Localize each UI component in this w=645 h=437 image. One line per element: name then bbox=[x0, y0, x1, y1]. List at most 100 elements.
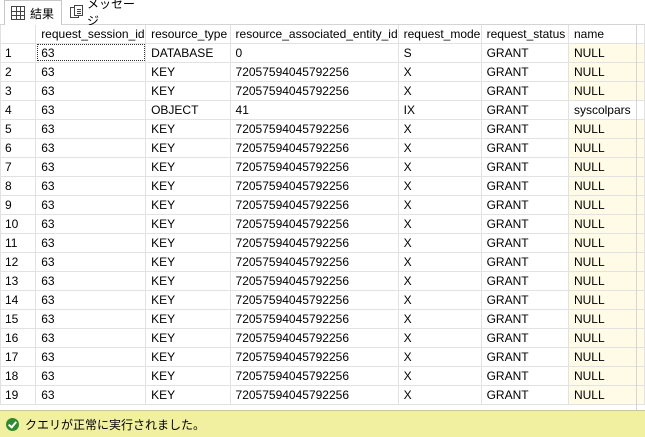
column-header[interactable]: request_mode bbox=[397, 25, 482, 44]
cell-mode[interactable]: X bbox=[397, 270, 482, 291]
cell-entity[interactable]: 72057594045792256 bbox=[229, 251, 399, 272]
cell-status[interactable]: GRANT bbox=[480, 289, 569, 310]
cell-session[interactable]: 63 bbox=[35, 213, 147, 234]
cell-session[interactable]: 63 bbox=[35, 137, 147, 158]
table-row[interactable]: 10 63 KEY 72057594045792256 X GRANT NULL bbox=[0, 213, 645, 234]
cell-entity[interactable]: 72057594045792256 bbox=[229, 308, 399, 329]
table-row[interactable]: 3 63 KEY 72057594045792256 X GRANT NULL bbox=[0, 80, 645, 101]
table-row[interactable]: 7 63 KEY 72057594045792256 X GRANT NULL bbox=[0, 156, 645, 177]
row-number[interactable]: 4 bbox=[0, 99, 37, 120]
cell-name[interactable]: NULL bbox=[567, 80, 645, 101]
cell-type[interactable]: KEY bbox=[145, 80, 231, 101]
cell-type[interactable]: KEY bbox=[145, 270, 231, 291]
column-header[interactable]: resource_associated_entity_id bbox=[229, 25, 399, 44]
cell-mode[interactable]: X bbox=[397, 365, 482, 386]
row-number[interactable]: 2 bbox=[0, 61, 37, 82]
cell-name[interactable]: NULL bbox=[567, 384, 645, 405]
corner-cell[interactable] bbox=[0, 25, 37, 44]
cell-status[interactable]: GRANT bbox=[480, 270, 569, 291]
cell-session[interactable]: 63 bbox=[35, 384, 147, 405]
cell-status[interactable]: GRANT bbox=[480, 156, 569, 177]
cell-session[interactable]: 63 bbox=[35, 80, 147, 101]
table-row[interactable]: 18 63 KEY 72057594045792256 X GRANT NULL bbox=[0, 365, 645, 386]
cell-entity[interactable]: 72057594045792256 bbox=[229, 289, 399, 310]
cell-status[interactable]: GRANT bbox=[480, 365, 569, 386]
cell-entity[interactable]: 72057594045792256 bbox=[229, 384, 399, 405]
row-number[interactable]: 18 bbox=[0, 365, 37, 386]
cell-type[interactable]: KEY bbox=[145, 365, 231, 386]
cell-type[interactable]: KEY bbox=[145, 289, 231, 310]
cell-name[interactable]: NULL bbox=[567, 232, 645, 253]
cell-mode[interactable]: X bbox=[397, 327, 482, 348]
cell-status[interactable]: GRANT bbox=[480, 175, 569, 196]
table-row[interactable]: 11 63 KEY 72057594045792256 X GRANT NULL bbox=[0, 232, 645, 253]
tab-messages[interactable]: メッセージ bbox=[64, 0, 144, 28]
cell-mode[interactable]: X bbox=[397, 289, 482, 310]
cell-mode[interactable]: X bbox=[397, 137, 482, 158]
table-row[interactable]: 17 63 KEY 72057594045792256 X GRANT NULL bbox=[0, 346, 645, 367]
cell-type[interactable]: KEY bbox=[145, 194, 231, 215]
row-number[interactable]: 19 bbox=[0, 384, 37, 405]
row-number[interactable]: 15 bbox=[0, 308, 37, 329]
cell-mode[interactable]: S bbox=[397, 42, 482, 63]
cell-name[interactable]: NULL bbox=[567, 61, 645, 82]
table-row[interactable]: 16 63 KEY 72057594045792256 X GRANT NULL bbox=[0, 327, 645, 348]
cell-entity[interactable]: 72057594045792256 bbox=[229, 213, 399, 234]
table-row[interactable]: 19 63 KEY 72057594045792256 X GRANT NULL bbox=[0, 384, 645, 405]
row-number[interactable]: 14 bbox=[0, 289, 37, 310]
cell-entity[interactable]: 72057594045792256 bbox=[229, 80, 399, 101]
cell-name[interactable]: NULL bbox=[567, 156, 645, 177]
table-row[interactable]: 4 63 OBJECT 41 IX GRANT syscolpars bbox=[0, 99, 645, 120]
table-row[interactable]: 2 63 KEY 72057594045792256 X GRANT NULL bbox=[0, 61, 645, 82]
tab-results[interactable]: 結果 bbox=[4, 0, 62, 25]
row-number[interactable]: 3 bbox=[0, 80, 37, 101]
cell-session[interactable]: 63 bbox=[35, 365, 147, 386]
cell-session[interactable]: 63 bbox=[35, 308, 147, 329]
cell-name[interactable]: NULL bbox=[567, 270, 645, 291]
row-number[interactable]: 13 bbox=[0, 270, 37, 291]
row-number[interactable]: 11 bbox=[0, 232, 37, 253]
cell-status[interactable]: GRANT bbox=[480, 308, 569, 329]
cell-name[interactable]: syscolpars bbox=[567, 99, 645, 120]
table-row[interactable]: 6 63 KEY 72057594045792256 X GRANT NULL bbox=[0, 137, 645, 158]
cell-name[interactable]: NULL bbox=[567, 289, 645, 310]
row-number[interactable]: 16 bbox=[0, 327, 37, 348]
table-row[interactable]: 9 63 KEY 72057594045792256 X GRANT NULL bbox=[0, 194, 645, 215]
cell-mode[interactable]: X bbox=[397, 156, 482, 177]
cell-session[interactable]: 63 bbox=[35, 118, 147, 139]
cell-status[interactable]: GRANT bbox=[480, 384, 569, 405]
cell-name[interactable]: NULL bbox=[567, 251, 645, 272]
cell-name[interactable]: NULL bbox=[567, 327, 645, 348]
column-header[interactable]: name bbox=[567, 25, 645, 44]
cell-name[interactable]: NULL bbox=[567, 346, 645, 367]
cell-mode[interactable]: X bbox=[397, 251, 482, 272]
cell-status[interactable]: GRANT bbox=[480, 137, 569, 158]
cell-session[interactable]: 63 bbox=[35, 289, 147, 310]
row-number[interactable]: 5 bbox=[0, 118, 37, 139]
cell-type[interactable]: KEY bbox=[145, 384, 231, 405]
cell-entity[interactable]: 72057594045792256 bbox=[229, 61, 399, 82]
cell-entity[interactable]: 41 bbox=[229, 99, 399, 120]
table-row[interactable]: 8 63 KEY 72057594045792256 X GRANT NULL bbox=[0, 175, 645, 196]
results-grid[interactable]: request_session_id resource_type resource_… bbox=[0, 25, 645, 410]
cell-type[interactable]: KEY bbox=[145, 346, 231, 367]
cell-session[interactable]: 63 bbox=[35, 156, 147, 177]
cell-type[interactable]: KEY bbox=[145, 327, 231, 348]
cell-session[interactable]: 63 bbox=[35, 232, 147, 253]
row-number[interactable]: 10 bbox=[0, 213, 37, 234]
cell-type[interactable]: KEY bbox=[145, 232, 231, 253]
cell-status[interactable]: GRANT bbox=[480, 251, 569, 272]
cell-status[interactable]: GRANT bbox=[480, 194, 569, 215]
cell-mode[interactable]: X bbox=[397, 175, 482, 196]
cell-session[interactable]: 63 bbox=[35, 346, 147, 367]
cell-entity[interactable]: 72057594045792256 bbox=[229, 270, 399, 291]
table-row[interactable]: 12 63 KEY 72057594045792256 X GRANT NULL bbox=[0, 251, 645, 272]
cell-type[interactable]: KEY bbox=[145, 251, 231, 272]
cell-entity[interactable]: 72057594045792256 bbox=[229, 156, 399, 177]
row-number[interactable]: 1 bbox=[0, 42, 37, 63]
cell-type[interactable]: KEY bbox=[145, 308, 231, 329]
cell-session[interactable]: 63 bbox=[35, 61, 147, 82]
row-number[interactable]: 9 bbox=[0, 194, 37, 215]
cell-status[interactable]: GRANT bbox=[480, 327, 569, 348]
cell-entity[interactable]: 72057594045792256 bbox=[229, 137, 399, 158]
